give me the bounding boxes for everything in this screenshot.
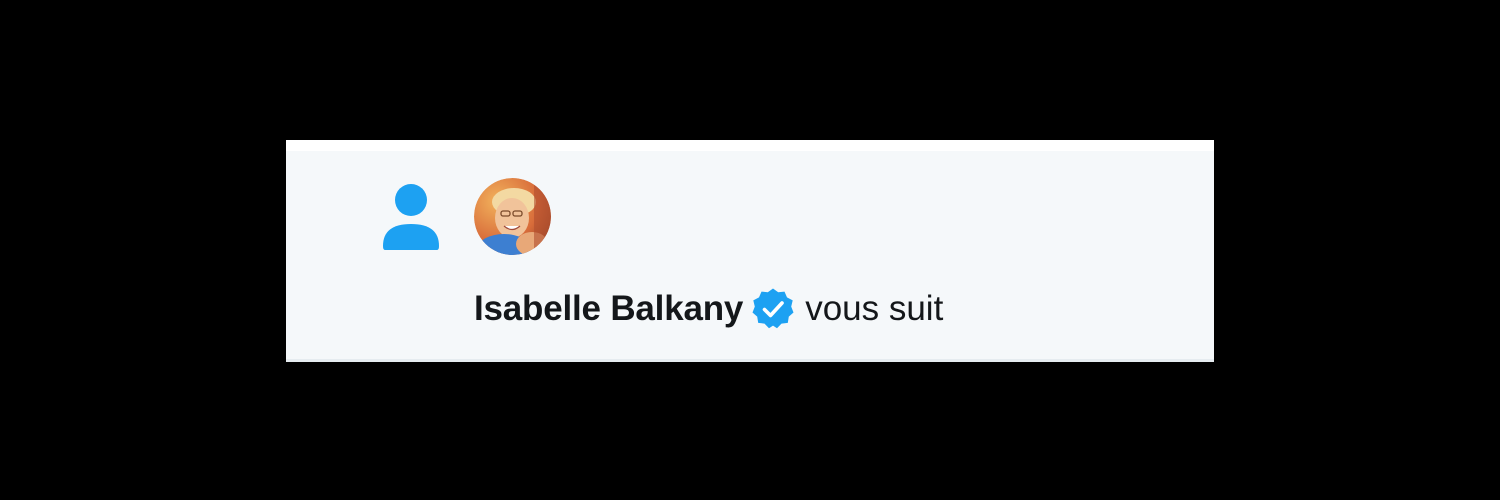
user-name-link[interactable]: Isabelle Balkany [474,284,743,334]
avatar[interactable] [474,178,551,255]
notification-card[interactable]: Isabelle Balkany vous suit [286,140,1214,362]
notification-text: Isabelle Balkany vous suit [474,284,943,334]
person-follow-icon [383,184,439,250]
action-text: vous suit [805,289,944,328]
verified-badge-icon [751,287,795,331]
